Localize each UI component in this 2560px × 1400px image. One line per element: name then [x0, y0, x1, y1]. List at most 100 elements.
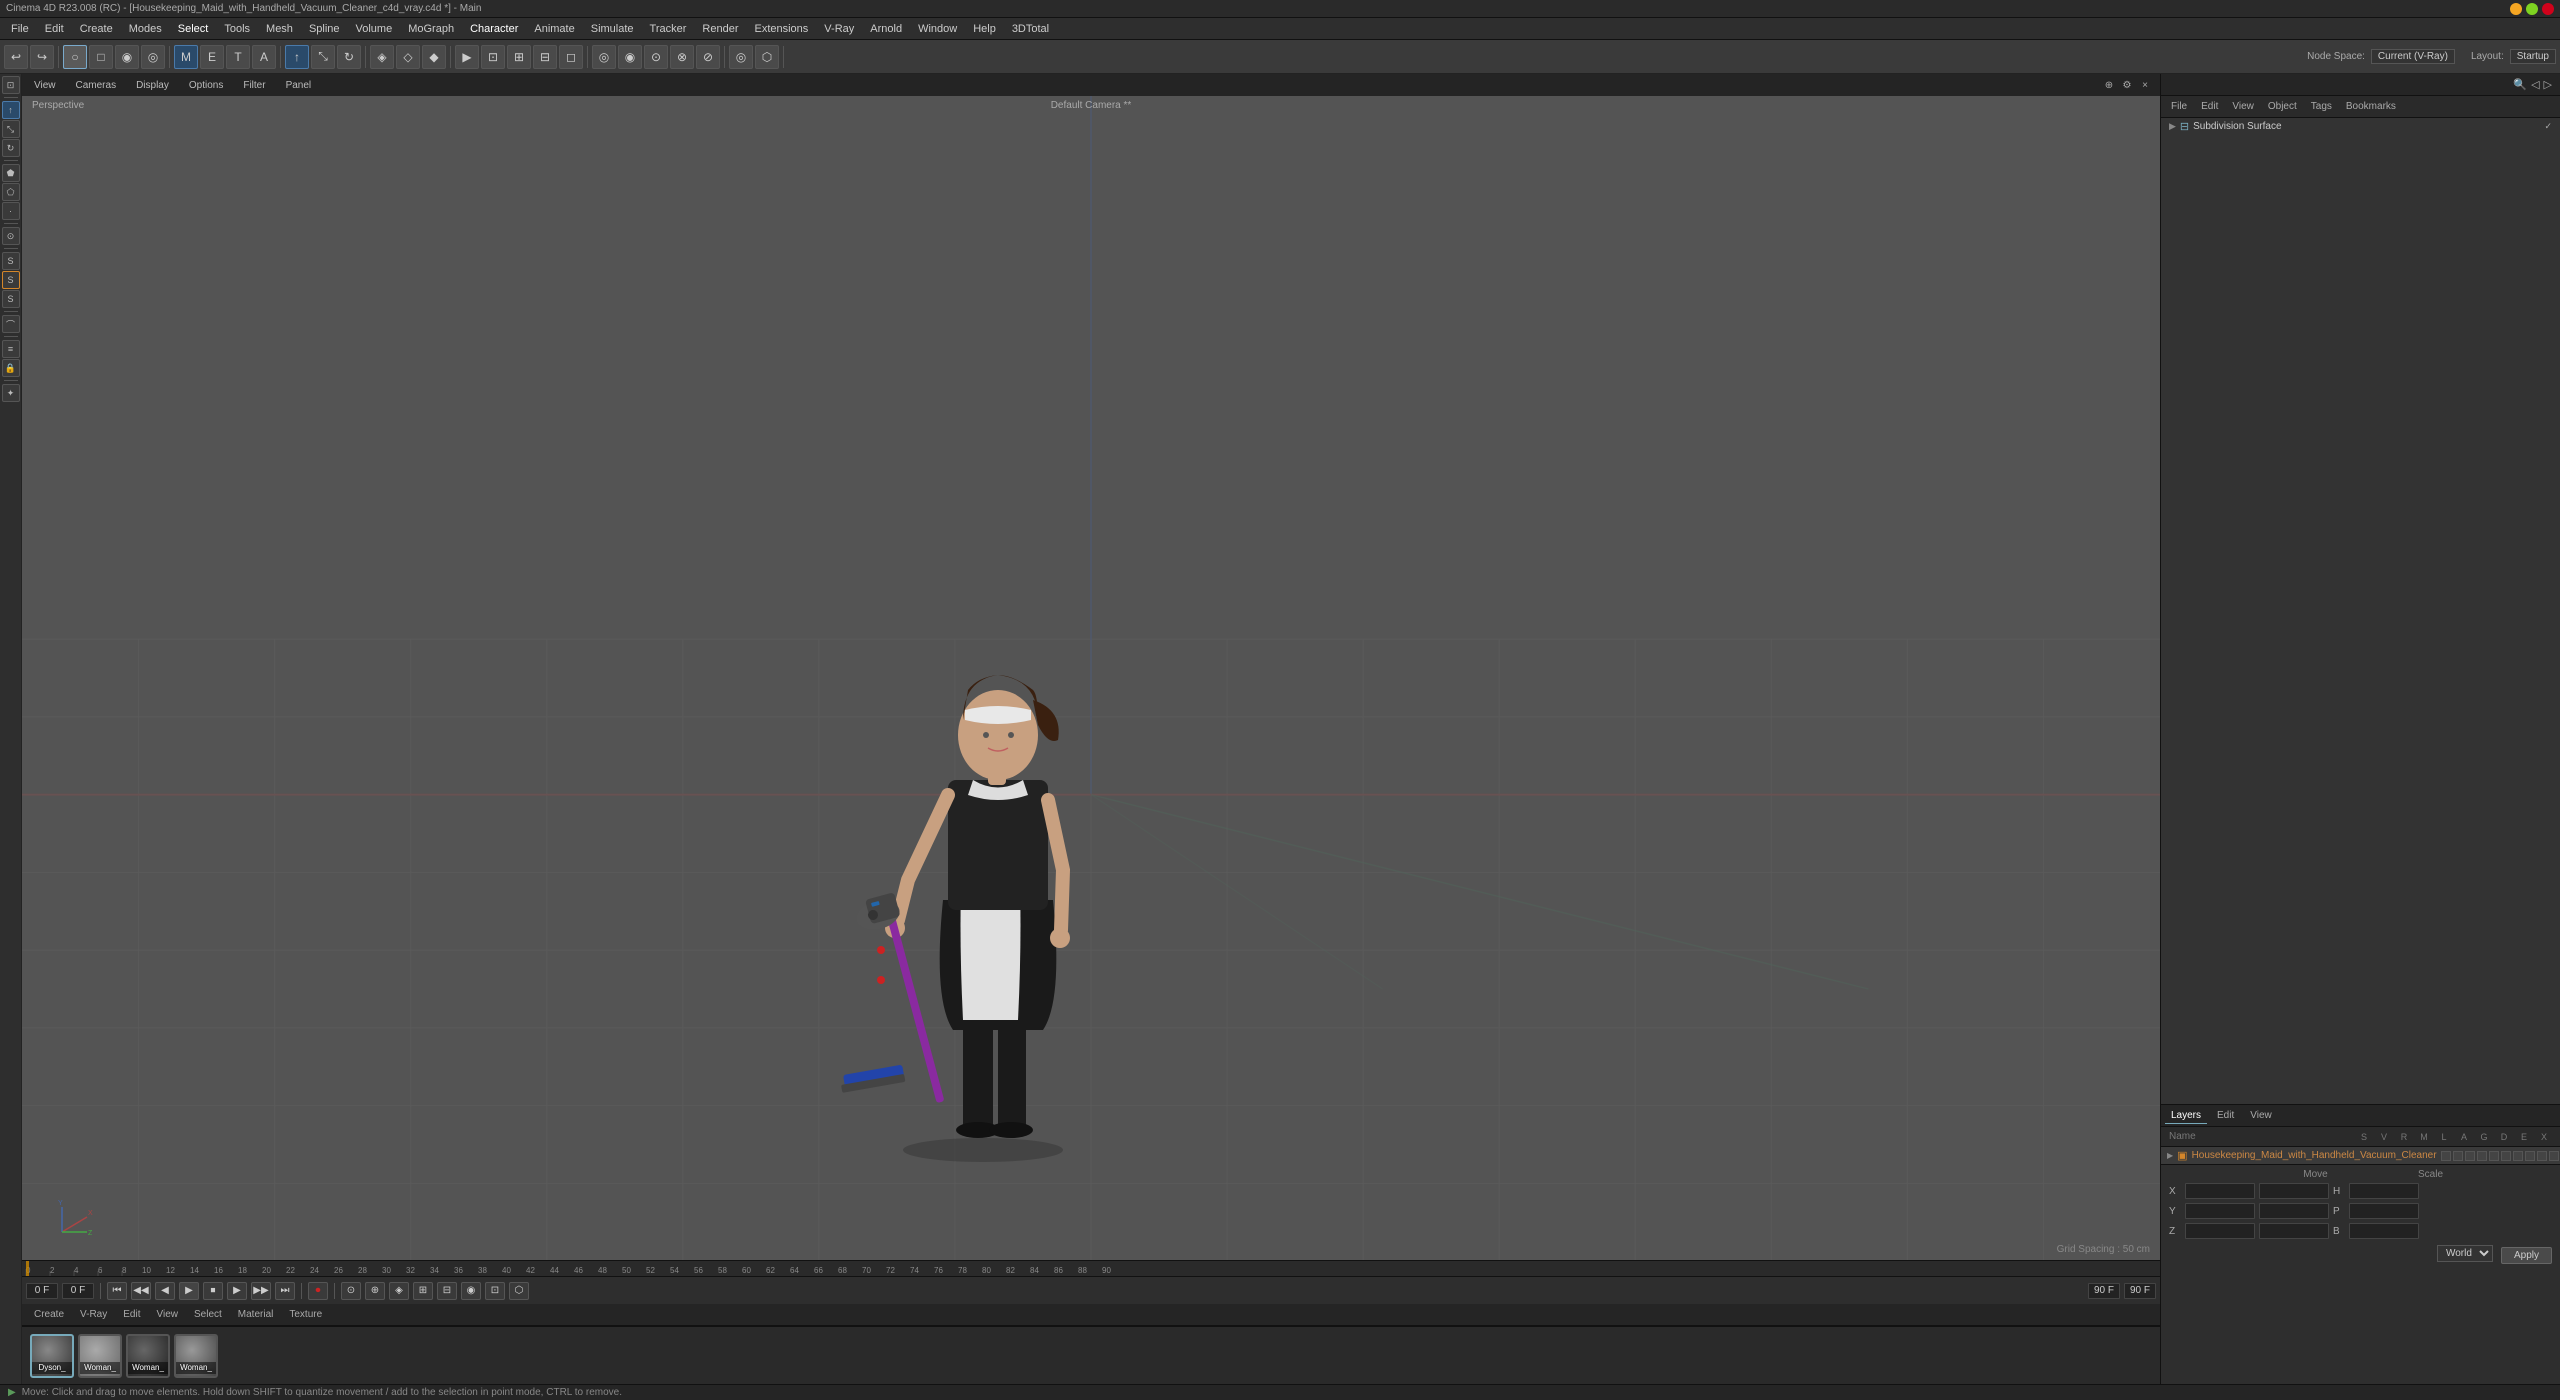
pc-btn-extra6[interactable]: ◉ [461, 1282, 481, 1300]
mat-menu-create[interactable]: Create [30, 1308, 68, 1321]
layer-expand-arrow[interactable]: ▶ [2167, 1151, 2173, 1160]
viewport-wrapper[interactable]: View Cameras Display Options Filter Pane… [22, 74, 2160, 1260]
toolbar-box-select[interactable]: □ [89, 45, 113, 69]
layer-ico-anim[interactable] [2501, 1151, 2511, 1161]
toolbar-edit-mode[interactable]: E [200, 45, 224, 69]
coord-b-input[interactable] [2349, 1223, 2419, 1239]
tab-tags[interactable]: Tags [2305, 99, 2338, 114]
menu-simulate[interactable]: Simulate [584, 21, 641, 37]
tool-lock[interactable]: 🔒 [2, 359, 20, 377]
menu-create[interactable]: Create [73, 21, 120, 37]
pc-btn-extra7[interactable]: ⊡ [485, 1282, 505, 1300]
pc-record[interactable]: ⏺ [308, 1282, 328, 1300]
pc-btn-extra3[interactable]: ◈ [389, 1282, 409, 1300]
pc-btn-extra2[interactable]: ⊕ [365, 1282, 385, 1300]
pc-btn-extra1[interactable]: ⊙ [341, 1282, 361, 1300]
coord-h-input[interactable] [2349, 1183, 2419, 1199]
coord-y-scale-input[interactable] [2259, 1203, 2329, 1219]
toolbar-free-select[interactable]: ◉ [115, 45, 139, 69]
layer-ico-lock[interactable] [2489, 1151, 2499, 1161]
coord-p-input[interactable] [2349, 1203, 2419, 1219]
tab-file[interactable]: File [2165, 99, 2193, 114]
tool-polygon[interactable]: ⬟ [2, 164, 20, 182]
viewport-menu-filter[interactable]: Filter [239, 78, 269, 93]
tool-bend[interactable]: ⌒ [2, 315, 20, 333]
toolbar-render-region[interactable]: ⊡ [481, 45, 505, 69]
layer-ico-solo[interactable] [2441, 1151, 2451, 1161]
viewport-maximize-icon[interactable]: ⊕ [2102, 78, 2116, 92]
tool-scale[interactable]: ⤡ [2, 120, 20, 138]
layout-value[interactable]: Startup [2510, 49, 2556, 64]
viewport-menu-panel[interactable]: Panel [282, 78, 316, 93]
menu-edit[interactable]: Edit [38, 21, 71, 37]
material-swatch-woman3[interactable]: Woman_ [174, 1334, 218, 1378]
viewport-canvas[interactable]: X Y Z Grid Spacing : 50 cm [22, 96, 2160, 1260]
menu-volume[interactable]: Volume [349, 21, 400, 37]
toolbar-live-select[interactable]: ○ [63, 45, 87, 69]
tool-misc[interactable]: ✦ [2, 384, 20, 402]
search-icon[interactable]: 🔍 [2513, 78, 2527, 91]
pc-btn-extra8[interactable]: ⬡ [509, 1282, 529, 1300]
menu-window[interactable]: Window [911, 21, 964, 37]
pc-btn-extra5[interactable]: ⊟ [437, 1282, 457, 1300]
mat-menu-view[interactable]: View [152, 1308, 182, 1321]
menu-animate[interactable]: Animate [527, 21, 581, 37]
toolbar-material[interactable]: ◎ [592, 45, 616, 69]
layers-tab-view[interactable]: View [2244, 1108, 2278, 1123]
viewport-menu-display[interactable]: Display [132, 78, 173, 93]
tool-s1[interactable]: S [2, 252, 20, 270]
menu-modes[interactable]: Modes [122, 21, 169, 37]
coord-y-pos-input[interactable] [2185, 1203, 2255, 1219]
layer-ico-mgr[interactable] [2477, 1151, 2487, 1161]
toolbar-rotate[interactable]: ↻ [337, 45, 361, 69]
toolbar-scale[interactable]: ⤡ [311, 45, 335, 69]
tool-s2[interactable]: S [2, 271, 20, 289]
toolbar-lasso[interactable]: ◎ [141, 45, 165, 69]
coord-x-scale-input[interactable] [2259, 1183, 2329, 1199]
viewport-menu-view[interactable]: View [30, 78, 60, 93]
menu-select[interactable]: Select [171, 21, 216, 37]
layer-ico-vis[interactable] [2453, 1151, 2463, 1161]
toolbar-undo[interactable]: ↩ [4, 45, 28, 69]
toolbar-snap[interactable]: ⊗ [670, 45, 694, 69]
toolbar-softsel[interactable]: ◎ [729, 45, 753, 69]
pc-goto-start[interactable]: ⏮ [107, 1282, 127, 1300]
apply-button[interactable]: Apply [2501, 1247, 2552, 1264]
node-space-value[interactable]: Current (V-Ray) [2371, 49, 2455, 64]
close-button[interactable] [2542, 3, 2554, 15]
mat-menu-select[interactable]: Select [190, 1308, 226, 1321]
menu-help[interactable]: Help [966, 21, 1003, 37]
mat-menu-texture[interactable]: Texture [285, 1308, 326, 1321]
tab-view[interactable]: View [2226, 99, 2260, 114]
toolbar-move[interactable]: ↑ [285, 45, 309, 69]
tool-move[interactable]: ↑ [2, 101, 20, 119]
mat-menu-edit[interactable]: Edit [119, 1308, 144, 1321]
min-frame-input[interactable] [62, 1283, 94, 1299]
tool-object-select[interactable]: ⊡ [2, 76, 20, 94]
layer-ico-gen[interactable] [2513, 1151, 2523, 1161]
toolbar-render[interactable]: ▶ [455, 45, 479, 69]
pc-stop[interactable]: ⏹ [203, 1282, 223, 1300]
end-frame-input[interactable] [2088, 1283, 2120, 1299]
toolbar-model-mode[interactable]: M [174, 45, 198, 69]
toolbar-extra1[interactable]: ⬡ [755, 45, 779, 69]
menu-render[interactable]: Render [695, 21, 745, 37]
toolbar-shading2[interactable]: ◇ [396, 45, 420, 69]
tab-object[interactable]: Object [2262, 99, 2303, 114]
toolbar-viewport-render[interactable]: ◻ [559, 45, 583, 69]
pc-prev-keyframe[interactable]: ◀◀ [131, 1282, 151, 1300]
menu-3dtotal[interactable]: 3DTotal [1005, 21, 1056, 37]
layers-tab-layers[interactable]: Layers [2165, 1108, 2207, 1124]
world-select[interactable]: World [2437, 1245, 2493, 1262]
coord-x-pos-input[interactable] [2185, 1183, 2255, 1199]
toolbar-render-queue[interactable]: ⊟ [533, 45, 557, 69]
coord-z-scale-input[interactable] [2259, 1223, 2329, 1239]
current-frame-input[interactable] [26, 1283, 58, 1299]
total-frames-input[interactable] [2124, 1283, 2156, 1299]
pc-btn-extra4[interactable]: ⊞ [413, 1282, 433, 1300]
menu-tracker[interactable]: Tracker [643, 21, 694, 37]
toolbar-texture[interactable]: ◉ [618, 45, 642, 69]
tool-rotate[interactable]: ↻ [2, 139, 20, 157]
viewport-menu-options[interactable]: Options [185, 78, 227, 93]
material-swatch-woman1[interactable]: Woman_ [78, 1334, 122, 1378]
